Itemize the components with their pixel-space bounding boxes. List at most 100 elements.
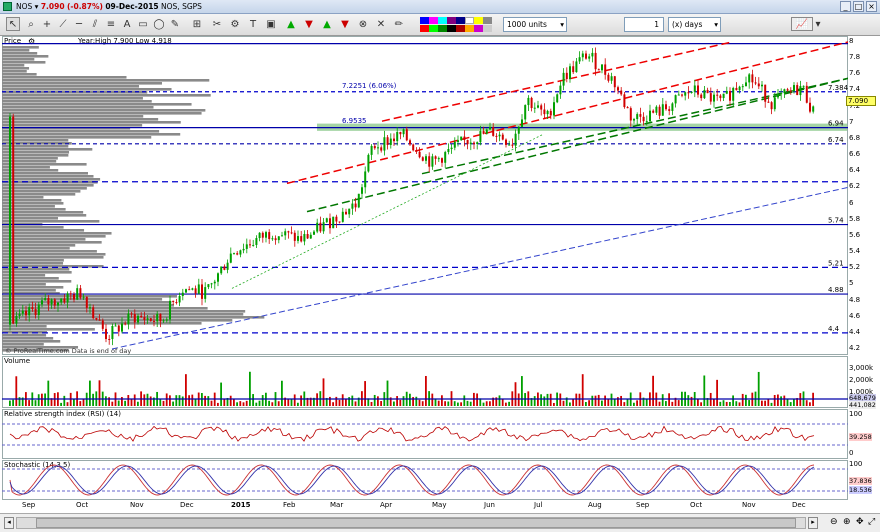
tools-icon[interactable]: ✂ xyxy=(210,17,224,31)
chevron-down-icon[interactable]: ▾ xyxy=(814,17,822,31)
candle xyxy=(76,288,79,300)
channel-tool-icon[interactable]: ⫽ xyxy=(88,17,102,31)
volume-profile-bar xyxy=(2,328,95,331)
alert-icon[interactable]: ⊗ xyxy=(356,17,370,31)
buy-arrow-icon[interactable]: ▲ xyxy=(284,17,298,31)
interval-unit-select[interactable]: (x) days ▾ xyxy=(668,17,721,32)
zoom-icon[interactable]: ⌕ xyxy=(24,17,38,31)
candle xyxy=(159,313,162,322)
chart-type-icon[interactable]: 📈 xyxy=(791,17,813,31)
color-palette[interactable] xyxy=(420,17,496,32)
interval-input[interactable]: 1 xyxy=(624,17,664,32)
volume-bar xyxy=(47,380,50,406)
candle xyxy=(549,110,552,116)
fib-tool-icon[interactable]: ≡ xyxy=(104,17,118,31)
volume-bar xyxy=(508,401,510,406)
candle xyxy=(188,289,191,291)
app-icon xyxy=(3,2,12,11)
brush-icon[interactable]: ✏ xyxy=(392,17,406,31)
crosshair-icon[interactable]: + xyxy=(40,17,54,31)
volume-profile-bar xyxy=(2,208,66,211)
minimize-button[interactable]: _ xyxy=(840,1,851,12)
volume-bar xyxy=(466,400,469,406)
text-tool-icon[interactable]: A xyxy=(120,17,134,31)
candle xyxy=(693,85,696,92)
candle xyxy=(277,236,280,241)
scroll-thumb[interactable] xyxy=(36,518,796,528)
candle xyxy=(213,281,216,284)
candle xyxy=(623,94,626,108)
volume-profile-bar xyxy=(2,256,104,259)
candle xyxy=(143,317,146,320)
volume-bar xyxy=(722,400,725,406)
volume-profile-bar xyxy=(2,133,181,136)
candle xyxy=(783,89,786,94)
price-tick: 7.6 xyxy=(849,69,861,78)
candle xyxy=(18,313,21,316)
candle xyxy=(652,110,655,113)
volume-profile-bar xyxy=(2,136,152,139)
candle xyxy=(556,94,559,103)
volume-profile-bar xyxy=(2,235,106,238)
candle xyxy=(645,121,648,123)
last-price-tag: 7.090 xyxy=(846,96,876,106)
hline-tool-icon[interactable]: ─ xyxy=(72,17,86,31)
text-edit-icon[interactable]: T xyxy=(246,17,260,31)
scroll-right-icon[interactable]: ▸ xyxy=(808,517,818,529)
volume-bar xyxy=(540,394,542,406)
volume-profile-bar xyxy=(2,145,69,148)
pointer-tool-icon[interactable]: ↖ xyxy=(6,17,20,31)
volume-bar xyxy=(249,371,251,406)
candle xyxy=(242,248,245,251)
up-arrow-icon[interactable]: ▲ xyxy=(320,17,334,31)
info-icon[interactable]: ▣ xyxy=(264,17,278,31)
volume-bar xyxy=(447,401,450,406)
sell-arrow-icon[interactable]: ▼ xyxy=(302,17,316,31)
candle xyxy=(613,76,616,88)
volume-bar xyxy=(418,399,421,406)
fit-icon[interactable]: ⤢ xyxy=(868,517,875,527)
zoom-in-icon[interactable]: ⊕ xyxy=(843,517,851,527)
candle xyxy=(63,298,66,303)
candle xyxy=(709,93,712,102)
units-select[interactable]: 1000 units ▾ xyxy=(503,17,567,32)
candle xyxy=(12,116,15,324)
volume-bar xyxy=(546,393,549,406)
volume-bar xyxy=(37,394,40,406)
line-tool-icon[interactable]: ⟋ xyxy=(56,17,70,31)
toolbar: ↖ ⌕ + ⟋ ─ ⫽ ≡ A ▭ ◯ ✎ ⊞ ✂ ⚙ T ▣ ▲ ▼ ▲ ▼ … xyxy=(0,14,880,36)
volume-profile-bar xyxy=(2,250,97,253)
window-title: NOS ▾ 7.090 (-0.87%) 09-Dec-2015 NOS, SG… xyxy=(16,2,202,11)
pan-icon[interactable]: ✥ xyxy=(856,517,864,527)
zoom-out-icon[interactable]: ⊖ xyxy=(830,517,838,527)
candle xyxy=(412,144,415,151)
candle xyxy=(345,211,347,215)
volume-profile-bar xyxy=(2,85,140,88)
candle xyxy=(162,320,165,322)
rect-tool-icon[interactable]: ▭ xyxy=(136,17,150,31)
delete-icon[interactable]: ✕ xyxy=(374,17,388,31)
ruler-icon[interactable]: ⊞ xyxy=(190,17,204,31)
candle xyxy=(191,288,194,290)
candle xyxy=(217,273,219,282)
pencil-icon[interactable]: ✎ xyxy=(168,17,182,31)
candle xyxy=(508,144,511,146)
candle xyxy=(306,234,309,239)
time-tick: Dec xyxy=(180,501,194,509)
settings-icon[interactable]: ⚙ xyxy=(228,17,242,31)
down-arrow-icon[interactable]: ▼ xyxy=(338,17,352,31)
maximize-button[interactable]: □ xyxy=(853,1,864,12)
volume-profile-bar xyxy=(2,232,112,235)
time-tick: Sep xyxy=(636,501,650,509)
volume-profile-bar xyxy=(2,319,233,322)
close-button[interactable]: × xyxy=(866,1,877,12)
volume-bar xyxy=(658,401,661,406)
volume-bar xyxy=(601,400,603,406)
candle xyxy=(204,287,207,299)
candle xyxy=(335,216,338,222)
scroll-left-icon[interactable]: ◂ xyxy=(4,517,14,529)
time-tick: Sep xyxy=(22,501,36,509)
candle xyxy=(290,232,293,234)
volume-profile-bar xyxy=(2,97,143,100)
ellipse-tool-icon[interactable]: ◯ xyxy=(152,17,166,31)
